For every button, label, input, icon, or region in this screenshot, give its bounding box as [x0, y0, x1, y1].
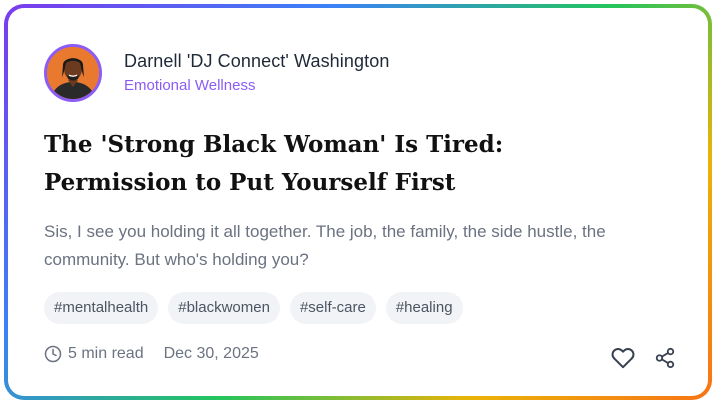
- publish-date: Dec 30, 2025: [163, 345, 259, 362]
- post-excerpt: Sis, I see you holding it all together. …: [44, 222, 606, 269]
- post-meta: 5 min read Dec 30, 2025: [44, 345, 259, 363]
- tag-healing[interactable]: #healing: [385, 292, 463, 324]
- read-time: 5 min read: [68, 345, 144, 362]
- author-category[interactable]: Emotional Wellness: [124, 76, 389, 96]
- post-card-border: Darnell 'DJ Connect' Washington Emotiona…: [4, 4, 712, 400]
- post-title[interactable]: The 'Strong Black Woman' Is Tired: Permi…: [44, 126, 664, 202]
- post-actions: [610, 345, 678, 371]
- tag-mentalhealth[interactable]: #mentalhealth: [44, 292, 159, 324]
- tag-blackwomen[interactable]: #blackwomen: [168, 292, 280, 324]
- post-title-line-2: Permission to Put Yourself First: [44, 169, 456, 196]
- clock-icon: [44, 345, 62, 363]
- post-card[interactable]: Darnell 'DJ Connect' Washington Emotiona…: [8, 8, 708, 396]
- share-icon: [655, 347, 675, 369]
- tag-list: #mentalhealth #blackwomen #self-care #he…: [44, 292, 463, 324]
- like-button[interactable]: [610, 345, 636, 371]
- heart-icon: [611, 348, 635, 369]
- author-info: Darnell 'DJ Connect' Washington Emotiona…: [124, 50, 389, 96]
- tag-self-care[interactable]: #self-care: [289, 292, 376, 324]
- avatar[interactable]: [44, 44, 102, 102]
- author-name[interactable]: Darnell 'DJ Connect' Washington: [124, 50, 389, 72]
- author-row: Darnell 'DJ Connect' Washington Emotiona…: [44, 44, 389, 102]
- avatar-portrait: [47, 47, 99, 99]
- share-button[interactable]: [652, 345, 678, 371]
- post-title-line-1: The 'Strong Black Woman' Is Tired:: [44, 131, 504, 158]
